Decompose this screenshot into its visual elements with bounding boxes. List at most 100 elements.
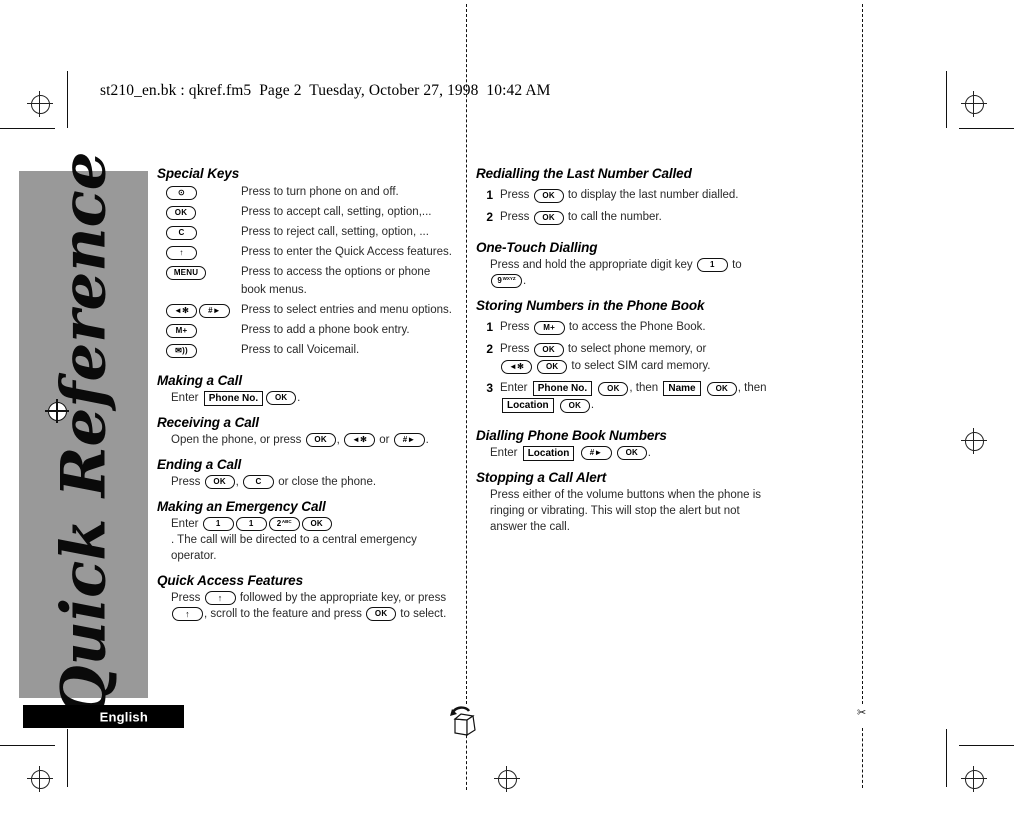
- step-body: Enter Phone No. OK, then Name OK, then L…: [500, 380, 776, 414]
- redial-step-2-text-1: Press: [500, 211, 530, 223]
- section-heading-storing-numbers: Storing Numbers in the Phone Book: [476, 298, 705, 313]
- ok-key[interactable]: OK: [266, 391, 297, 405]
- dialling-text-1: Enter: [490, 447, 518, 459]
- step-body: Press OK to select phone memory, or ◄✻ O…: [500, 341, 776, 375]
- redial-step-1-text-2: to display the last number dialled.: [567, 189, 739, 201]
- cut-line-right-lower: [862, 728, 863, 788]
- trim-line-bottom-left-h: [0, 745, 55, 746]
- clear-key[interactable]: C: [243, 475, 275, 489]
- location-field[interactable]: Location: [502, 398, 554, 414]
- trim-line-top-right-h: [959, 128, 1014, 129]
- redial-step-2-text-2: to call the number.: [567, 211, 662, 223]
- digit-9-label: 9: [497, 276, 503, 285]
- trim-line-top-left-h: [0, 128, 55, 129]
- clear-key[interactable]: C: [166, 225, 197, 240]
- ok-key[interactable]: OK: [204, 475, 235, 489]
- digit-9-key[interactable]: 9 WXYZ: [491, 274, 522, 288]
- special-key-description: Press to enter the Quick Access features…: [241, 246, 452, 258]
- star-key[interactable]: ◄✻: [501, 359, 532, 374]
- quick-access-text-2: followed by the appropriate key, or pres…: [239, 592, 447, 604]
- making-a-call-body: Enter Phone No. OK .: [157, 390, 457, 406]
- menu-key[interactable]: MENU: [166, 265, 206, 280]
- digit-1-key[interactable]: 1: [202, 517, 234, 531]
- trim-line-left-bottom: [67, 729, 68, 787]
- up-key[interactable]: ↑: [172, 607, 203, 621]
- ok-key[interactable]: OK: [305, 433, 336, 447]
- ok-key[interactable]: OK: [559, 398, 590, 413]
- document-header: st210_en.bk : qkref.fm5 Page 2 Tuesday, …: [100, 82, 551, 99]
- dialling-phone-book-body: Enter Location #► OK.: [476, 445, 776, 461]
- making-a-call-text-2: .: [297, 392, 301, 404]
- registration-mark-top-right: [961, 91, 987, 117]
- name-field[interactable]: Name: [663, 381, 701, 397]
- section-heading-stopping-alert: Stopping a Call Alert: [476, 470, 607, 485]
- registration-mark-top-left: [27, 91, 53, 117]
- storing-step-3-text-4: .: [590, 399, 595, 411]
- ending-a-call-text-2: ,: [235, 476, 239, 488]
- voicemail-key[interactable]: ✉)): [166, 343, 197, 358]
- section-heading-one-touch-dialling: One-Touch Dialling: [476, 240, 598, 255]
- digit-2-key[interactable]: 2 ABC: [268, 517, 300, 531]
- digit-2-letters: ABC: [281, 518, 292, 524]
- memory-key[interactable]: M+: [166, 323, 197, 338]
- ok-key[interactable]: OK: [533, 342, 564, 357]
- special-key-row: ✉)) Press to call Voicemail.: [157, 341, 457, 359]
- redial-step-2: 2 Press OK to call the number.: [476, 209, 776, 226]
- registration-mark-right-middle: [961, 428, 987, 454]
- hash-key[interactable]: #►: [393, 433, 425, 447]
- storing-step-2-text-2: to select phone memory, or: [567, 343, 707, 355]
- ok-key[interactable]: OK: [166, 205, 196, 220]
- special-key-glyphs: MENU: [157, 263, 241, 281]
- storing-step-3-text-1: Enter: [500, 382, 528, 394]
- quick-access-text-4: to select.: [400, 608, 447, 620]
- up-key[interactable]: ↑: [166, 245, 197, 260]
- left-column: Special Keys ⊙ Press to turn phone on and…: [157, 166, 457, 622]
- ending-a-call-text-1: Press: [171, 476, 201, 488]
- ok-key[interactable]: OK: [616, 446, 647, 460]
- special-key-description: Press to select entries and menu options…: [241, 304, 452, 316]
- up-key[interactable]: ↑: [204, 591, 236, 605]
- special-key-glyphs: ✉)): [157, 341, 241, 359]
- power-key[interactable]: ⊙: [166, 185, 197, 200]
- ok-key[interactable]: OK: [706, 381, 737, 396]
- phone-no-field[interactable]: Phone No.: [203, 391, 264, 406]
- receiving-a-call-body: Open the phone, or press OK , ◄✻ or #► .: [157, 432, 457, 448]
- one-touch-text-1: Press and hold the appropriate digit key: [490, 259, 693, 271]
- ok-key[interactable]: OK: [598, 381, 629, 396]
- registration-mark-bottom-right: [961, 766, 987, 792]
- special-key-description: Press to turn phone on and off.: [241, 186, 399, 198]
- storing-step-2: 2 Press OK to select phone memory, or ◄✻…: [476, 341, 776, 375]
- quick-access-text-3: , scroll to the feature and press: [204, 608, 362, 620]
- cut-line-right: [862, 4, 863, 704]
- ok-key[interactable]: OK: [366, 607, 397, 621]
- language-badge-label: English: [99, 709, 148, 724]
- storing-step-3: 3 Enter Phone No. OK, then Name OK, then…: [476, 380, 776, 414]
- special-key-row: ↑ Press to enter the Quick Access feature…: [157, 243, 457, 261]
- star-key[interactable]: ◄✻: [344, 433, 376, 447]
- ok-key[interactable]: OK: [533, 188, 564, 203]
- location-field[interactable]: Location: [522, 446, 575, 461]
- hash-key[interactable]: #►: [199, 303, 230, 318]
- star-key[interactable]: ◄✻: [166, 303, 197, 318]
- storing-step-1: 1 Press M+ to access the Phone Book.: [476, 319, 776, 336]
- trim-line-right-bottom: [946, 729, 947, 787]
- emergency-call-body: Enter 1 1 2 ABC OK . The call will be dir…: [157, 516, 457, 564]
- phone-no-field[interactable]: Phone No.: [532, 381, 593, 397]
- digit-1-key[interactable]: 1: [696, 258, 728, 272]
- right-column: Redialling the Last Number Called 1 Pres…: [476, 166, 776, 535]
- ok-key[interactable]: OK: [301, 517, 332, 531]
- special-key-glyphs: ↑: [157, 243, 241, 261]
- storing-step-3-text-2: , then: [629, 382, 659, 394]
- step-number: 1: [486, 320, 493, 334]
- fold-instruction-icon: [447, 703, 483, 739]
- emergency-call-text-2: . The call will be directed to a central…: [171, 534, 417, 562]
- trim-line-bottom-right-h: [959, 745, 1014, 746]
- section-heading-ending-a-call: Ending a Call: [157, 457, 242, 472]
- making-a-call-text-1: Enter: [171, 392, 199, 404]
- sidebar-title: Quick Reference: [48, 150, 119, 719]
- hash-key[interactable]: #►: [580, 446, 612, 460]
- memory-key[interactable]: M+: [533, 320, 565, 335]
- ok-key[interactable]: OK: [533, 210, 564, 225]
- digit-1-key[interactable]: 1: [235, 517, 267, 531]
- ok-key[interactable]: OK: [537, 359, 568, 374]
